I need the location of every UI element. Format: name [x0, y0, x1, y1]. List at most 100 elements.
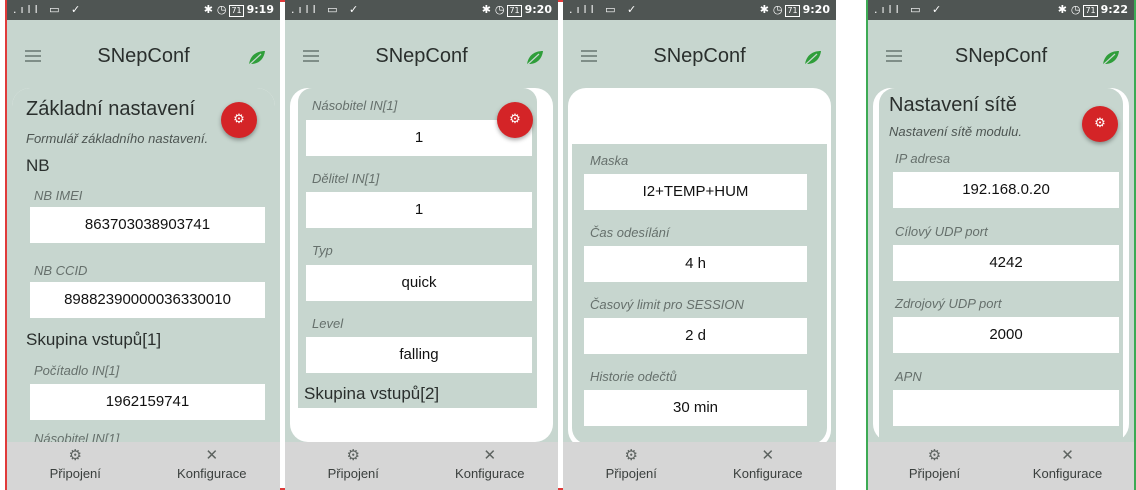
nav-configuration[interactable]: ✕ Konfigurace	[700, 442, 837, 490]
destination-udp-port-label: Cílový UDP port	[895, 224, 988, 239]
content-card: Maska I2+TEMP+HUM Čas odesílání 4 h Časo…	[568, 88, 831, 448]
tools-icon: ✕	[483, 446, 497, 464]
status-time: 9:20	[524, 3, 552, 16]
app-title: SNepConf	[375, 45, 468, 67]
counter-label: Počítadlo IN[1]	[34, 363, 120, 378]
status-bar: .ıll ▭ ✓ ✱ ◷ 71 9:20	[563, 0, 836, 20]
section-title: Nastavení sítě	[889, 94, 1017, 116]
gears-icon: ⚙	[1094, 116, 1106, 131]
nav-connection-label: Připojení	[605, 466, 657, 481]
nav-configuration-label: Konfigurace	[455, 466, 525, 481]
signal-icon: .ıll ▭ ✓	[874, 3, 946, 16]
apn-field[interactable]	[893, 390, 1119, 426]
app-title: SNepConf	[954, 45, 1048, 67]
nb-ccid-label: NB CCID	[34, 263, 88, 278]
status-right: ✱ ◷ 71 9:20	[481, 3, 552, 17]
status-right: ✱ ◷ 71 9:22	[1057, 3, 1128, 17]
group-title-inputs-1: Skupina vstupů[1]	[26, 330, 162, 349]
status-time: 9:20	[802, 3, 830, 16]
nav-connection-label: Připojení	[49, 466, 101, 481]
nav-configuration-label: Konfigurace	[733, 466, 803, 481]
divider-field[interactable]: 1	[306, 192, 532, 228]
app-title: SNepConf	[653, 45, 746, 67]
phone-screen-basic-settings: .ıll ▭ ✓ ✱ ◷ 71 9:19 SNepConf Základní nas…	[7, 0, 280, 490]
settings-fab[interactable]: ⚙	[221, 102, 257, 138]
app-bar: SNepConf	[563, 20, 836, 82]
content-card: Základní nastavení Formulář základního n…	[12, 88, 275, 446]
section-subtitle: Formulář základního nastavení.	[26, 131, 209, 146]
gears-icon: ⚙	[927, 446, 942, 464]
app-bar: SNepConf	[285, 20, 558, 82]
green-leaf-icon	[804, 51, 821, 66]
bottom-nav: ⚙ Připojení ✕ Konfigurace	[285, 442, 558, 490]
signal-icon: .ıll ▭ ✓	[291, 3, 363, 16]
send-time-field[interactable]: 4 h	[584, 246, 807, 282]
nav-connection[interactable]: ⚙ Připojení	[285, 442, 422, 490]
signal-icon: .ıll ▭ ✓	[13, 3, 85, 16]
history-label: Historie odečtů	[590, 369, 677, 384]
nav-connection[interactable]: ⚙ Připojení	[563, 442, 700, 490]
ip-address-field[interactable]: 192.168.0.20	[893, 172, 1119, 208]
content-card: Násobitel IN[1] 1 Dělitel IN[1] 1 Typ qu…	[290, 88, 553, 442]
group-title-inputs-2: Skupina vstupů[2]	[304, 384, 440, 403]
nb-ccid-field[interactable]: 89882390000036330010	[30, 282, 265, 318]
nav-configuration[interactable]: ✕ Konfigurace	[1001, 442, 1134, 490]
history-field[interactable]: 30 min	[584, 390, 807, 426]
bottom-nav: ⚙ Připojení ✕ Konfigurace	[868, 442, 1134, 490]
app-bar: SNepConf	[7, 20, 280, 82]
nav-configuration-label: Konfigurace	[1032, 466, 1103, 481]
tools-icon: ✕	[1061, 446, 1074, 464]
green-leaf-icon	[1102, 51, 1119, 66]
source-udp-port-field[interactable]: 2000	[893, 317, 1119, 353]
status-time: 9:19	[246, 3, 274, 16]
nav-configuration[interactable]: ✕ Konfigurace	[422, 442, 559, 490]
status-right: ✱ ◷ 71 9:19	[203, 3, 274, 17]
type-field[interactable]: quick	[306, 265, 532, 301]
nav-connection-label: Připojení	[327, 466, 379, 481]
bottom-nav: ⚙ Připojení ✕ Konfigurace	[563, 442, 836, 490]
mask-field[interactable]: I2+TEMP+HUM	[584, 174, 807, 210]
gears-icon: ⚙	[233, 112, 245, 127]
nav-connection[interactable]: ⚙ Připojení	[868, 442, 1001, 490]
settings-fab[interactable]: ⚙	[497, 102, 533, 138]
nav-configuration-label: Konfigurace	[177, 466, 247, 481]
nb-imei-field[interactable]: 863703038903741	[30, 207, 265, 243]
status-bar: .ıll ▭ ✓ ✱ ◷ 71 9:20	[285, 0, 558, 20]
section-title: Základní nastavení	[26, 98, 195, 120]
green-leaf-icon	[248, 51, 265, 66]
source-udp-port-label: Zdrojový UDP port	[895, 296, 1002, 311]
battery-indicator: 71	[507, 5, 522, 17]
bottom-nav: ⚙ Připojení ✕ Konfigurace	[7, 442, 280, 490]
status-bar: .ıll ▭ ✓ ✱ ◷ 71 9:22	[868, 0, 1134, 20]
nav-configuration[interactable]: ✕ Konfigurace	[144, 442, 281, 490]
ip-address-label: IP adresa	[895, 151, 951, 166]
status-bar: .ıll ▭ ✓ ✱ ◷ 71 9:19	[7, 0, 280, 20]
app-title: SNepConf	[97, 45, 190, 67]
phone-screen-network-settings: .ıll ▭ ✓ ✱ ◷ 71 9:22 SNepConf Nastavení sí…	[868, 0, 1134, 490]
app-bar: SNepConf	[868, 20, 1134, 82]
type-label: Typ	[312, 243, 333, 258]
group-title-nb: NB	[26, 156, 50, 175]
nav-connection[interactable]: ⚙ Připojení	[7, 442, 144, 490]
tools-icon: ✕	[205, 446, 219, 464]
settings-fab[interactable]: ⚙	[1082, 106, 1118, 142]
session-limit-field[interactable]: 2 d	[584, 318, 807, 354]
phone-screen-inputs-group: .ıll ▭ ✓ ✱ ◷ 71 9:20 SNepConf Násobitel IN…	[285, 0, 558, 490]
signal-icon: .ıll ▭ ✓	[569, 3, 641, 16]
status-time: 9:22	[1100, 3, 1128, 16]
nav-connection-label: Připojení	[908, 466, 961, 481]
destination-udp-port-field[interactable]: 4242	[893, 245, 1119, 281]
mask-label: Maska	[590, 153, 629, 168]
battery-indicator: 71	[229, 5, 244, 17]
green-leaf-icon	[526, 51, 543, 66]
level-field[interactable]: falling	[306, 337, 532, 373]
send-time-label: Čas odesílání	[590, 225, 670, 240]
status-right: ✱ ◷ 71 9:20	[759, 3, 830, 17]
multiplier-label: Násobitel IN[1]	[312, 98, 398, 113]
gears-icon: ⚙	[346, 446, 360, 464]
gears-icon: ⚙	[624, 446, 638, 464]
section-subtitle: Nastavení sítě modulu.	[889, 124, 1022, 139]
counter-field[interactable]: 1962159741	[30, 384, 265, 420]
apn-label: APN	[895, 369, 922, 384]
divider-label: Dělitel IN[1]	[312, 171, 380, 186]
